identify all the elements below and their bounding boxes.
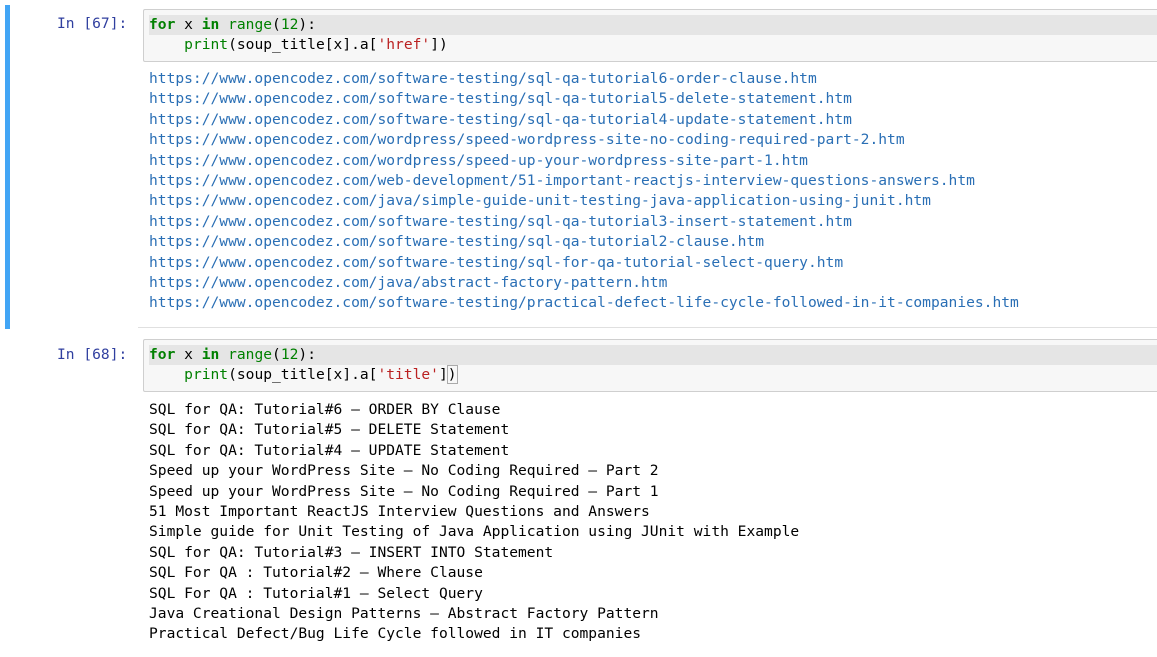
builtin-print: print bbox=[184, 36, 229, 53]
output-line: https://www.opencodez.com/software-testi… bbox=[149, 212, 852, 230]
keyword-in: in bbox=[201, 346, 220, 363]
number-literal: 12 bbox=[280, 346, 299, 363]
code-editor[interactable]: for x in range(12): print(soup_title[x].… bbox=[143, 9, 1157, 62]
output-line: Speed up your WordPress Site – No Coding… bbox=[149, 482, 659, 500]
code-text: x bbox=[175, 346, 202, 363]
output-line: SQL for QA: Tutorial#4 – UPDATE Statemen… bbox=[149, 441, 510, 459]
output-line: SQL For QA : Tutorial#1 – Select Query bbox=[149, 584, 483, 602]
code-text: (soup_title[x].a[ bbox=[228, 366, 378, 383]
builtin-range: range bbox=[228, 346, 273, 363]
output-line: https://www.opencodez.com/software-testi… bbox=[149, 90, 852, 108]
builtin-print: print bbox=[184, 366, 229, 383]
code-text: (soup_title[x].a[ bbox=[228, 36, 378, 53]
code-line: for x in range(12): bbox=[149, 345, 1157, 365]
code-cell-67[interactable]: In [67]: for x in range(12): print(soup_… bbox=[5, 5, 1157, 329]
code-text: ( bbox=[272, 346, 281, 363]
output-line: https://www.opencodez.com/web-developmen… bbox=[149, 171, 975, 189]
output-line: Practical Defect/Bug Life Cycle followed… bbox=[149, 625, 642, 643]
code-cell-68[interactable]: In [68]: for x in range(12): print(soup_… bbox=[5, 338, 1157, 657]
code-text: x bbox=[175, 16, 202, 33]
matched-bracket: ) bbox=[446, 365, 458, 384]
keyword-in: in bbox=[201, 16, 220, 33]
cell-divider bbox=[138, 327, 1157, 328]
code-text: ( bbox=[272, 16, 281, 33]
output-line: SQL for QA: Tutorial#3 – INSERT INTO Sta… bbox=[149, 543, 554, 561]
cell-prompt: In [68]: bbox=[57, 346, 128, 363]
cell-output: SQL for QA: Tutorial#6 – ORDER BY Clause… bbox=[143, 400, 1157, 645]
output-line: https://www.opencodez.com/software-testi… bbox=[149, 253, 844, 271]
code-line: print(soup_title[x].a['title']) bbox=[149, 365, 1157, 385]
string-literal: 'title' bbox=[377, 366, 439, 383]
cell-prompt: In [67]: bbox=[57, 15, 128, 32]
number-literal: 12 bbox=[280, 16, 299, 33]
cell-output: https://www.opencodez.com/software-testi… bbox=[143, 69, 1157, 314]
code-line: for x in range(12): bbox=[149, 15, 1157, 35]
output-line: Simple guide for Unit Testing of Java Ap… bbox=[149, 523, 800, 541]
output-line: Speed up your WordPress Site – No Coding… bbox=[149, 462, 659, 480]
output-line: SQL for QA: Tutorial#6 – ORDER BY Clause bbox=[149, 401, 501, 418]
output-line: https://www.opencodez.com/wordpress/spee… bbox=[149, 151, 808, 169]
output-line: https://www.opencodez.com/java/abstract-… bbox=[149, 273, 668, 291]
output-line: 51 Most Important ReactJS Interview Ques… bbox=[149, 502, 650, 520]
output-line: https://www.opencodez.com/wordpress/spee… bbox=[149, 131, 905, 149]
code-text: ]) bbox=[430, 36, 448, 53]
string-literal: 'href' bbox=[377, 36, 431, 53]
output-line: https://www.opencodez.com/software-testi… bbox=[149, 110, 852, 128]
output-line: https://www.opencodez.com/software-testi… bbox=[149, 294, 1019, 312]
output-line: SQL for QA: Tutorial#5 – DELETE Statemen… bbox=[149, 421, 510, 439]
keyword-for: for bbox=[149, 16, 176, 33]
code-text: ): bbox=[298, 346, 316, 363]
output-line: https://www.opencodez.com/software-testi… bbox=[149, 70, 817, 87]
code-text: ): bbox=[298, 16, 316, 33]
output-line: Java Creational Design Patterns – Abstra… bbox=[149, 604, 659, 622]
code-editor[interactable]: for x in range(12): print(soup_title[x].… bbox=[143, 339, 1157, 392]
keyword-for: for bbox=[149, 346, 176, 363]
output-line: https://www.opencodez.com/java/simple-gu… bbox=[149, 192, 931, 210]
output-line: SQL For QA : Tutorial#2 – Where Clause bbox=[149, 564, 483, 582]
output-line: https://www.opencodez.com/software-testi… bbox=[149, 233, 765, 251]
builtin-range: range bbox=[228, 16, 273, 33]
code-line: print(soup_title[x].a['href']) bbox=[149, 35, 1157, 55]
